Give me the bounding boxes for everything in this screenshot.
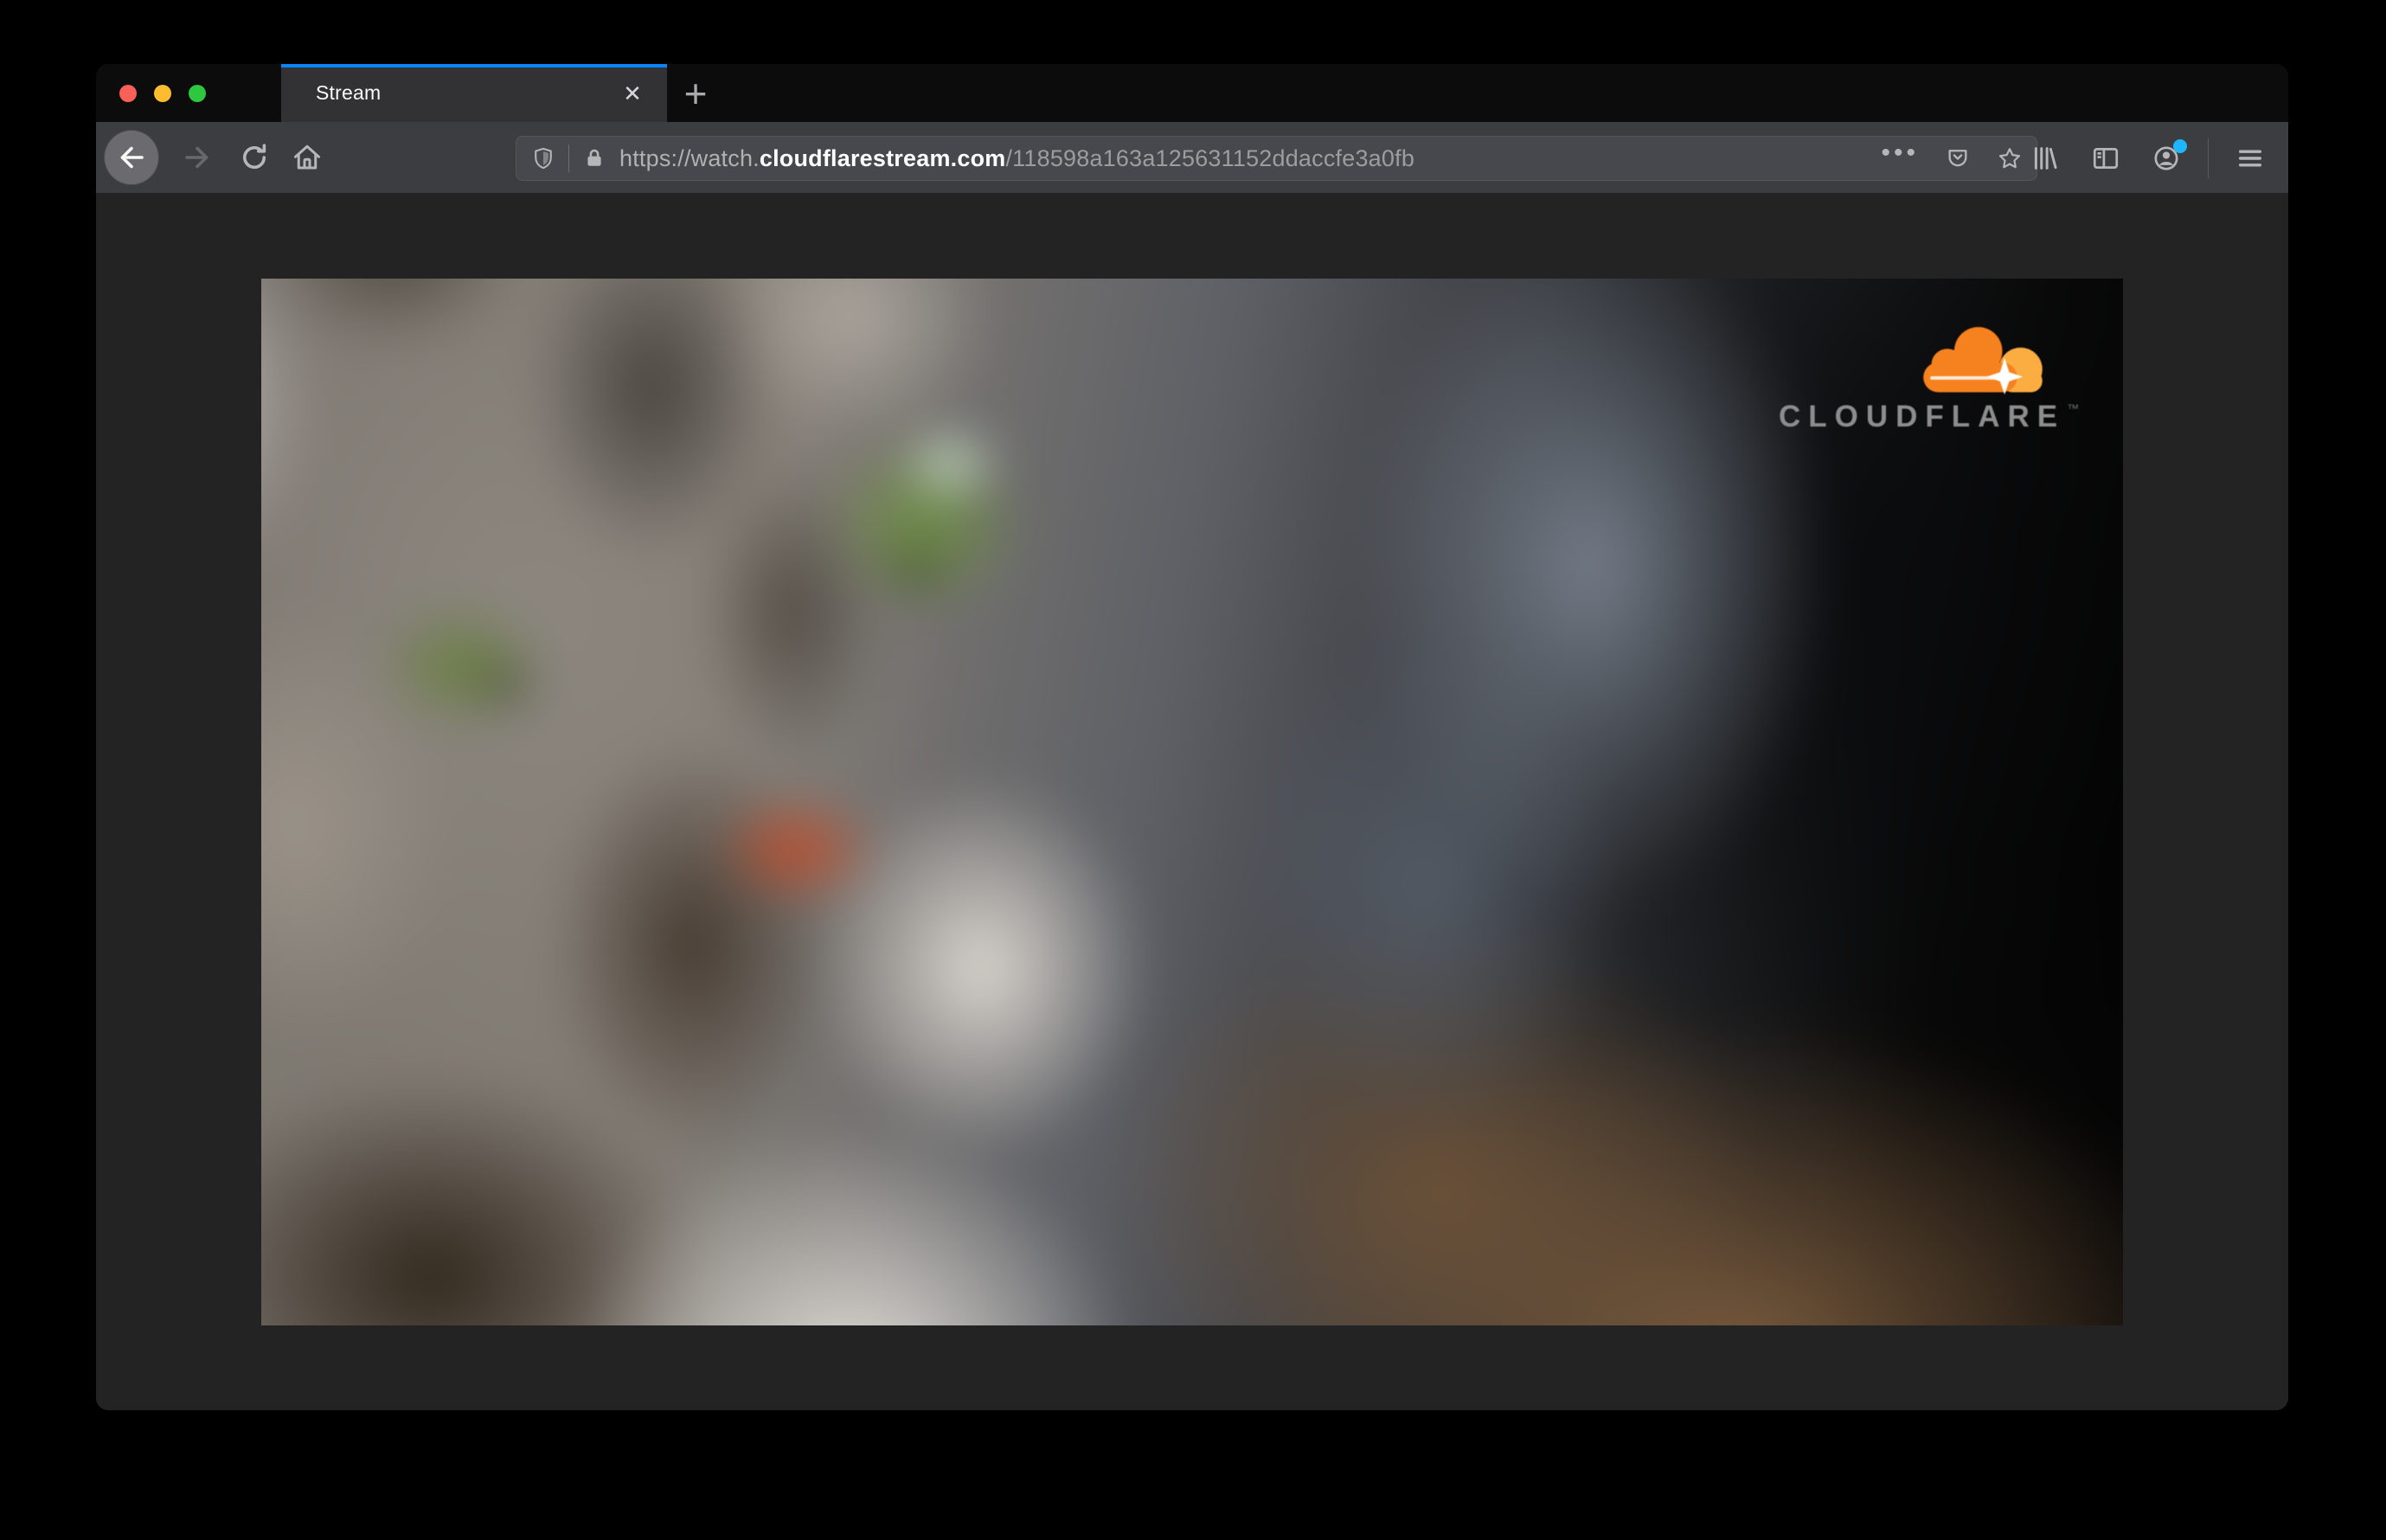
account-button[interactable] bbox=[2142, 134, 2190, 183]
close-window-button[interactable] bbox=[119, 84, 137, 102]
page-content: CLOUDFLARE ™ bbox=[96, 196, 2288, 1410]
tracking-protection-shield-icon[interactable] bbox=[530, 145, 556, 171]
cloudflare-wordmark: CLOUDFLARE ™ bbox=[1779, 400, 2079, 434]
back-arrow-icon bbox=[116, 142, 147, 173]
url-text: https://watch.cloudflarestream.com/11859… bbox=[619, 145, 1863, 172]
tab-close-button[interactable]: ✕ bbox=[617, 78, 648, 109]
toolbar-separator bbox=[2208, 138, 2209, 178]
url-scheme: https://watch. bbox=[619, 144, 760, 171]
home-icon bbox=[292, 142, 323, 173]
browser-window: Stream ✕ + https://watch.cloudflarestrea… bbox=[96, 64, 2288, 1410]
tab-bar: Stream ✕ + bbox=[96, 64, 2288, 122]
page-actions-menu-icon[interactable]: ••• bbox=[1881, 140, 1919, 166]
toolbar-right-cluster bbox=[2021, 122, 2274, 195]
sidebar-icon bbox=[2091, 144, 2120, 173]
cloudflare-cloud-icon bbox=[1923, 326, 2043, 395]
active-tab-indicator bbox=[281, 64, 667, 67]
cloudflare-text: CLOUDFLARE bbox=[1779, 400, 2066, 433]
reload-button[interactable] bbox=[228, 131, 281, 184]
forward-arrow-icon bbox=[182, 142, 213, 173]
navigation-toolbar: https://watch.cloudflarestream.com/11859… bbox=[96, 122, 2288, 195]
lock-icon[interactable] bbox=[581, 145, 607, 171]
library-button[interactable] bbox=[2021, 134, 2069, 183]
hamburger-menu-icon bbox=[2235, 144, 2265, 173]
back-button[interactable] bbox=[105, 131, 158, 184]
tab-title: Stream bbox=[316, 81, 382, 104]
address-bar[interactable]: https://watch.cloudflarestream.com/11859… bbox=[516, 136, 2037, 181]
bookmark-star-icon[interactable] bbox=[1997, 145, 2023, 171]
tab-stream[interactable]: Stream ✕ bbox=[281, 64, 667, 122]
home-button[interactable] bbox=[280, 131, 334, 184]
reload-icon bbox=[239, 142, 270, 173]
forward-button[interactable] bbox=[170, 131, 224, 184]
new-tab-button[interactable]: + bbox=[670, 71, 721, 116]
pocket-icon[interactable] bbox=[1945, 145, 1971, 171]
urlbar-separator bbox=[568, 144, 569, 172]
video-frame-cat bbox=[261, 279, 2123, 1325]
sidebar-button[interactable] bbox=[2081, 134, 2130, 183]
library-icon bbox=[2030, 144, 2060, 173]
desktop-background: { "tab_bar": { "tab": { "title": "Stream… bbox=[0, 0, 2386, 1540]
window-controls bbox=[119, 64, 206, 122]
url-domain: cloudflarestream.com bbox=[759, 144, 1006, 171]
zoom-window-button[interactable] bbox=[189, 84, 206, 102]
menu-button[interactable] bbox=[2226, 134, 2274, 183]
trademark-mark: ™ bbox=[2067, 401, 2080, 415]
account-notification-badge bbox=[2173, 139, 2187, 153]
cloudflare-watermark: CLOUDFLARE ™ bbox=[1779, 324, 2079, 434]
video-player[interactable]: CLOUDFLARE ™ bbox=[261, 279, 2123, 1325]
minimize-window-button[interactable] bbox=[154, 84, 171, 102]
page-actions: ••• bbox=[1881, 140, 2023, 171]
url-path: /118598a163a125631152ddaccfe3a0fb bbox=[1005, 144, 1415, 171]
